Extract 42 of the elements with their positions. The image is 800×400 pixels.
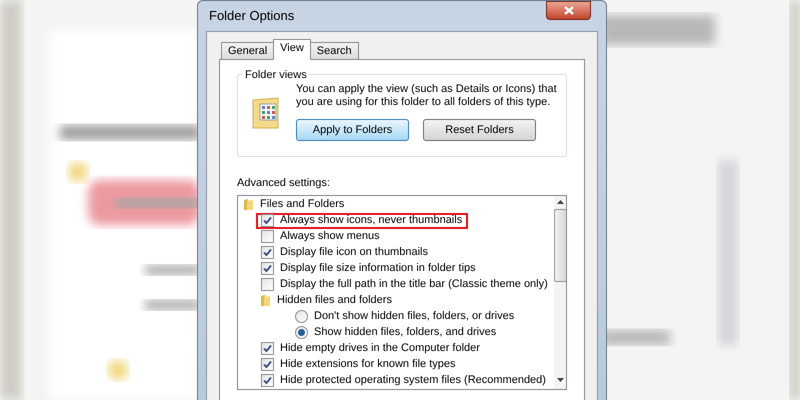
close-button[interactable] (546, 1, 591, 20)
checkbox[interactable] (261, 278, 274, 291)
folder-action-button[interactable]: Reset Folders (423, 119, 536, 141)
tab[interactable]: Search (310, 42, 359, 60)
scroll-up-icon (556, 200, 564, 204)
section-label: Advanced settings: (237, 176, 331, 191)
group-label: Files and Folders (260, 197, 344, 212)
blurred-text (145, 265, 200, 275)
option-label: Hide extensions for known file types (280, 357, 456, 372)
option-label: Display the full path in the title bar (Classic theme only) (280, 277, 548, 292)
blurred-folder-icon (108, 360, 128, 380)
description-text: You can apply the view (such as Details or Icons) that you are using for this folder to all folders of this type. (296, 83, 558, 109)
checkbox[interactable] (261, 262, 274, 275)
option-label: Display file size information in folder tips (280, 261, 476, 276)
checkbox[interactable] (261, 230, 274, 243)
checkbox[interactable] (261, 374, 274, 387)
folder-icon (260, 294, 271, 307)
checkbox[interactable] (261, 342, 274, 355)
option-label: Hide protected operating system files (Recommended) (280, 373, 546, 388)
option-label: Always show icons, never thumbnails (280, 213, 462, 228)
checkmark-icon (263, 216, 272, 225)
blurred-folder-icon (68, 162, 88, 182)
folder-icon (243, 198, 254, 211)
group-label: Hidden files and folders (277, 293, 392, 308)
tab[interactable]: General (221, 42, 274, 60)
scroll-down-icon (556, 378, 564, 382)
tab[interactable]: View (273, 39, 311, 60)
folder-action-button[interactable]: Apply to Folders (296, 119, 409, 141)
blurred-text (145, 300, 200, 310)
scrollbar[interactable] (554, 196, 566, 388)
checkbox[interactable] (261, 358, 274, 371)
option-label: Show hidden files, folders, and drives (314, 325, 496, 340)
option-label: Don't show hidden files, folders, or drives (314, 309, 514, 324)
checkbox[interactable] (261, 246, 274, 259)
checkbox[interactable] (261, 214, 274, 227)
option-label: Always show menus (280, 229, 380, 244)
option-label: Hide empty drives in the Computer folder (280, 341, 480, 356)
option-label: Display file icon on thumbnails (280, 245, 428, 260)
radio-button[interactable] (295, 326, 308, 339)
window-title: Folder Options (209, 7, 294, 26)
close-icon (564, 6, 574, 15)
radio-button[interactable] (295, 310, 308, 323)
